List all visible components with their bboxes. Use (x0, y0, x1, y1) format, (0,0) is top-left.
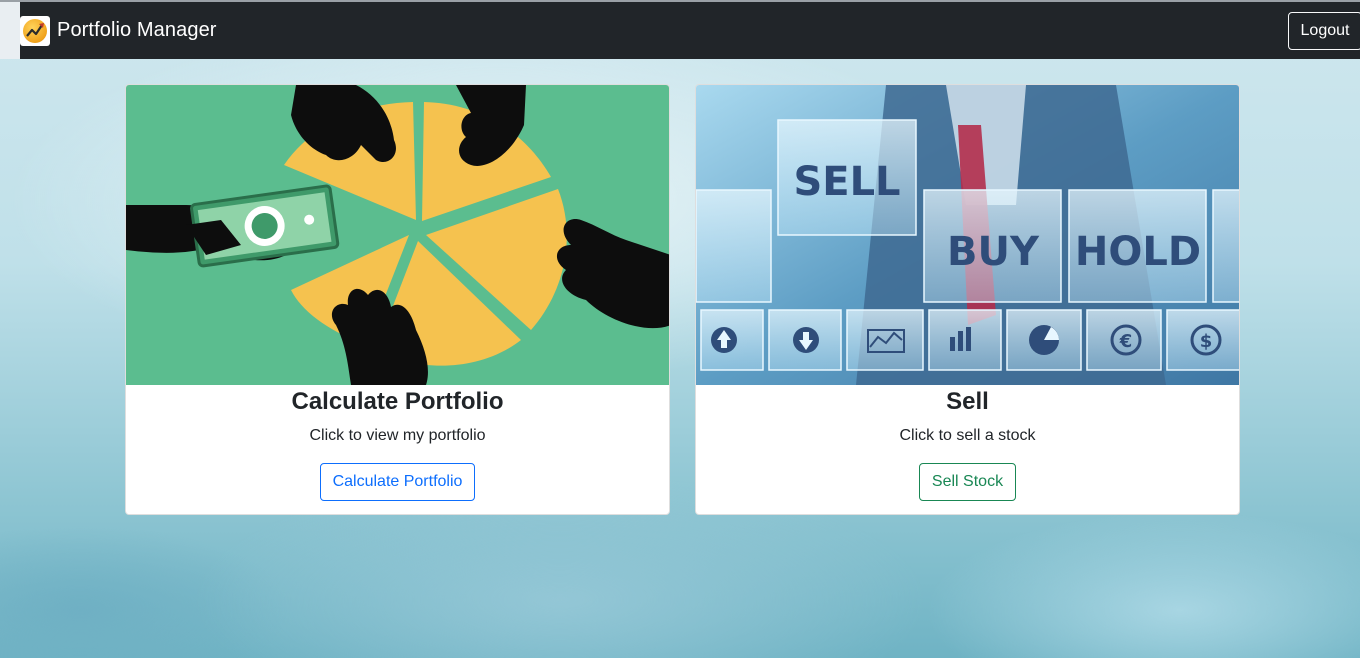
chart-coin-icon (20, 15, 50, 46)
card-text: Click to view my portfolio (309, 427, 486, 444)
card-title: Calculate Portfolio (291, 388, 504, 415)
logout-button[interactable]: Logout (1288, 12, 1360, 50)
sell-word: SELL (793, 159, 900, 205)
pie-chart-hands-illustration (126, 85, 669, 385)
calculate-portfolio-button[interactable]: Calculate Portfolio (319, 463, 476, 501)
card-text: Click to sell a stock (899, 427, 1036, 444)
buy-word: BUY (947, 229, 1040, 275)
card-title: Sell (946, 388, 989, 415)
sell-card: SELL BUY HOLD € $ Sell Click to sell a s… (695, 84, 1240, 515)
sell-buy-hold-photo: SELL BUY HOLD € $ (696, 85, 1239, 385)
top-navbar: Portfolio Manager Logout (20, 2, 1360, 59)
calculate-portfolio-card: Calculate Portfolio Click to view my por… (125, 84, 670, 515)
window-left-strip (0, 2, 20, 59)
brand-title: Portfolio Manager (57, 19, 217, 41)
hold-word: HOLD (1075, 229, 1201, 275)
svg-text:$: $ (1200, 331, 1213, 352)
sell-stock-button[interactable]: Sell Stock (918, 463, 1017, 501)
svg-text:€: € (1119, 331, 1133, 352)
brand[interactable]: Portfolio Manager (20, 15, 217, 46)
